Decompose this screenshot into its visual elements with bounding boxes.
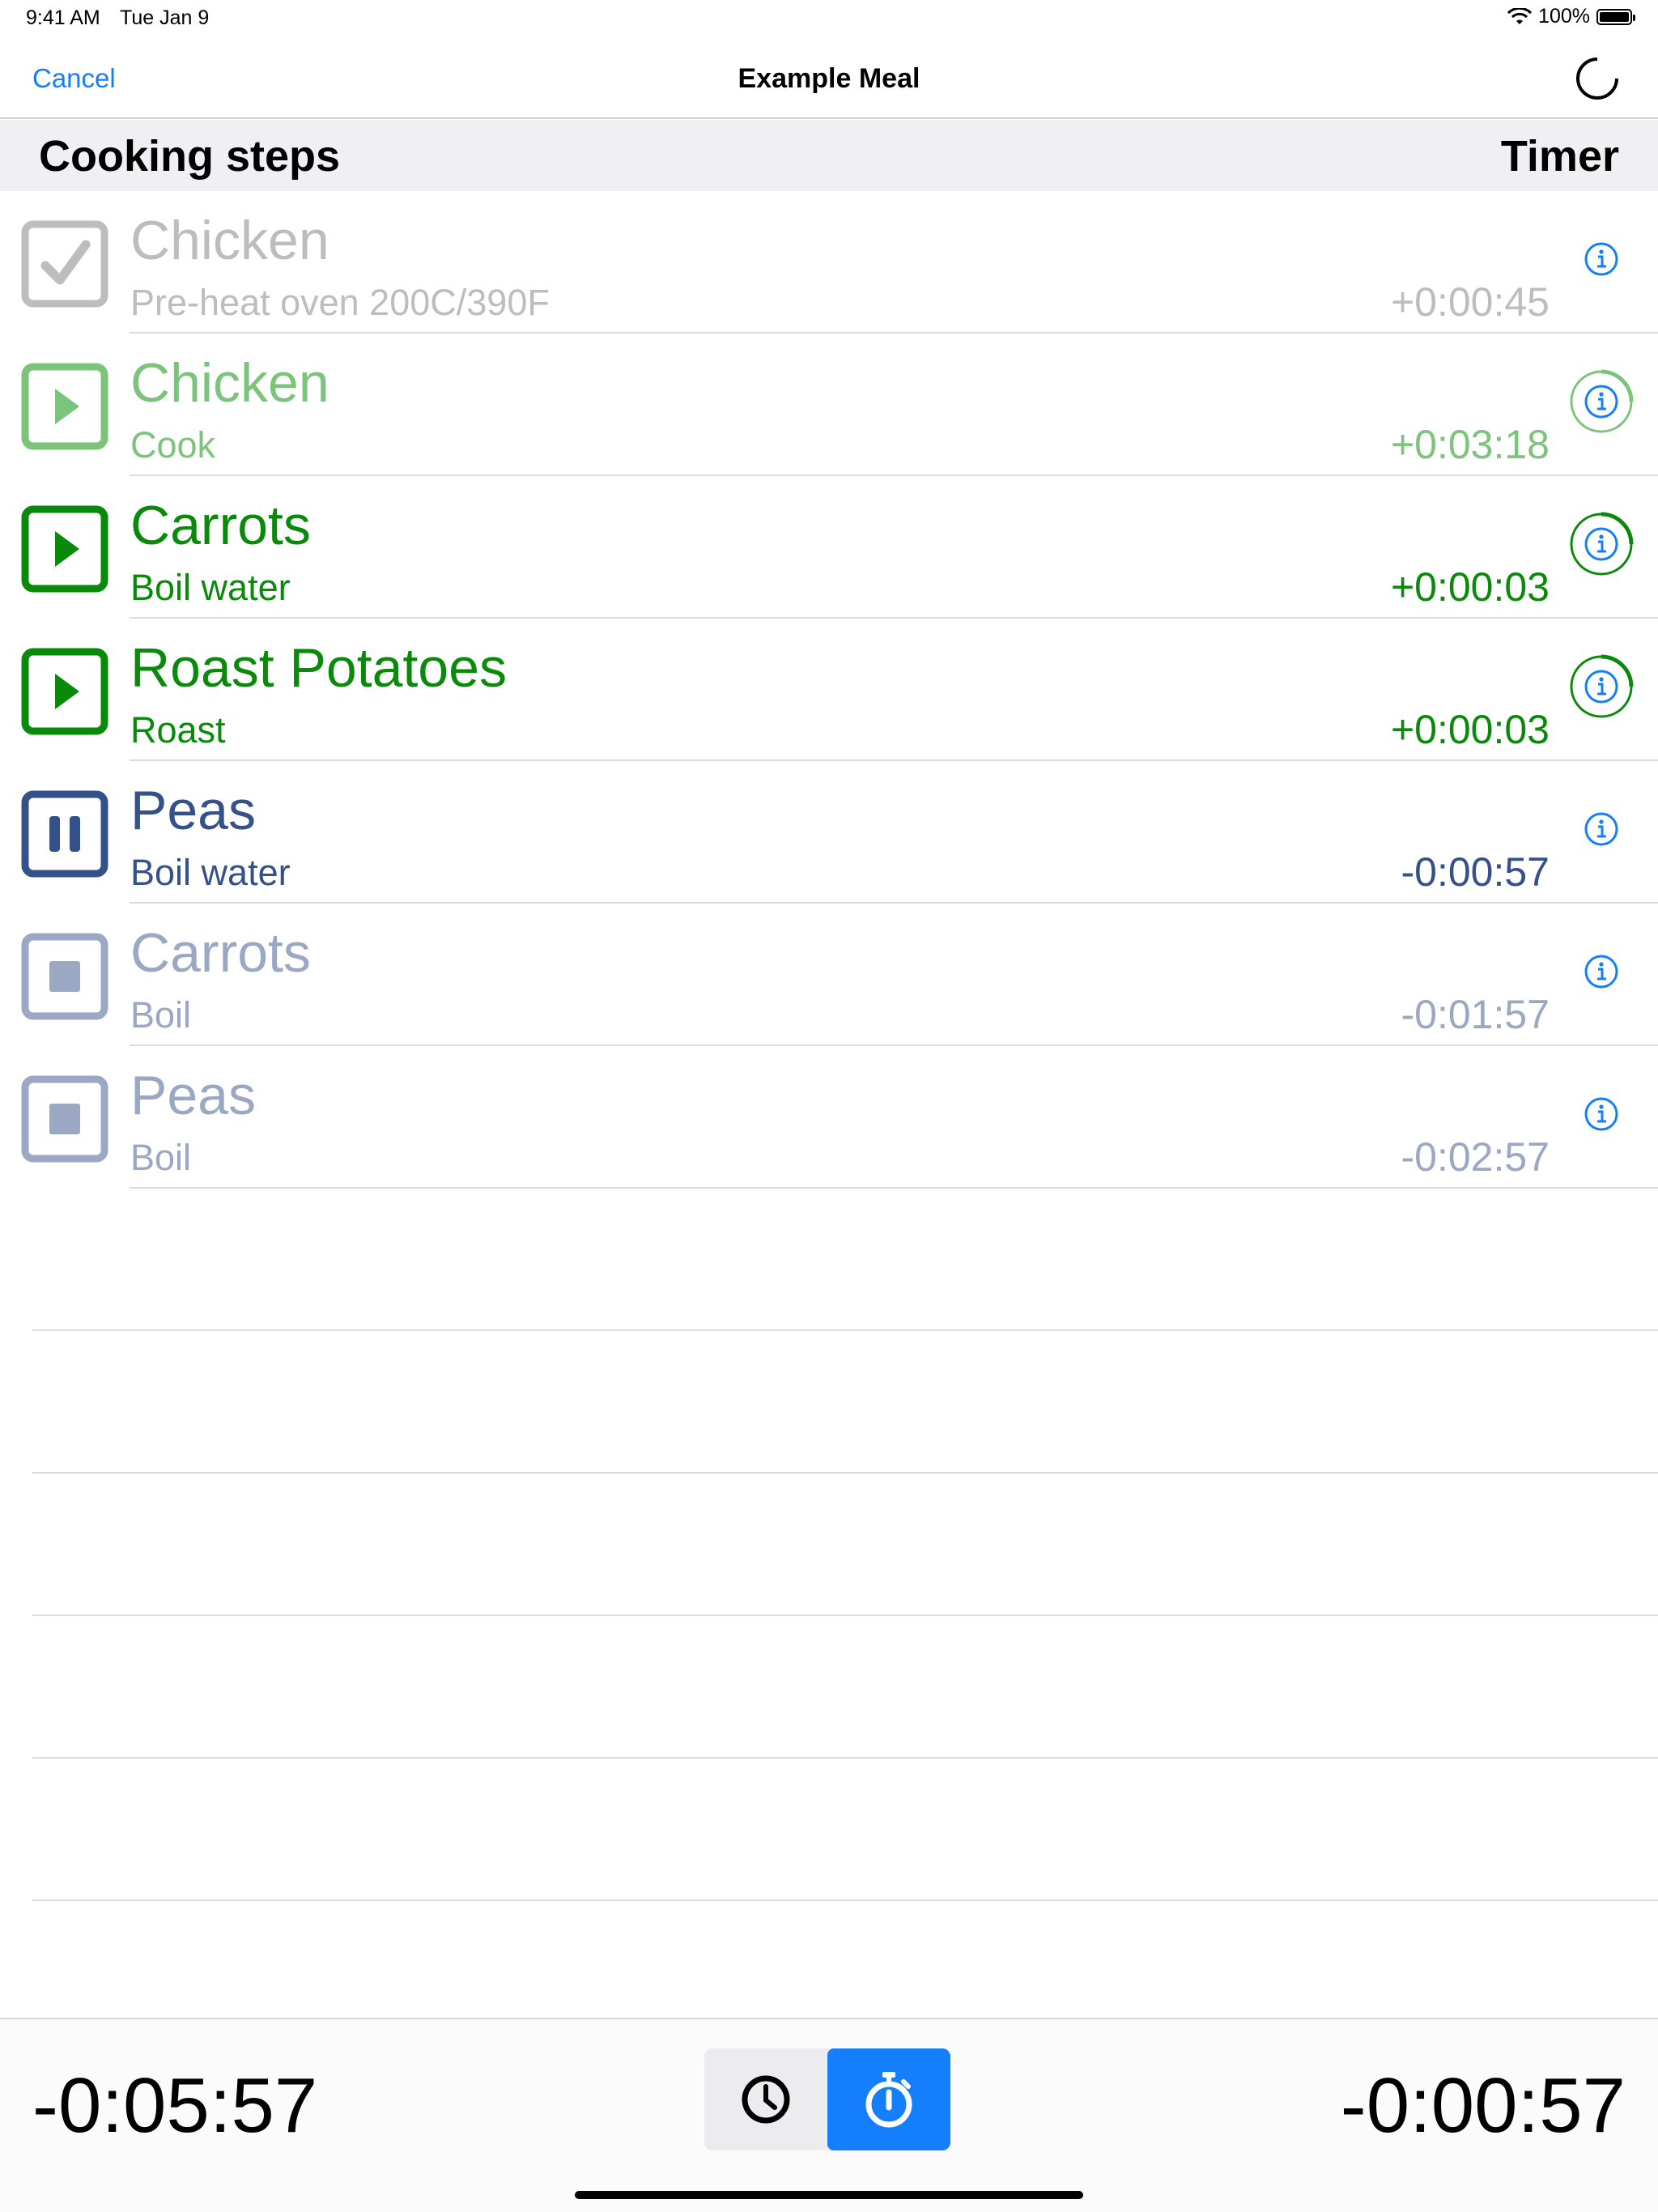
play-icon[interactable] — [21, 363, 108, 450]
cancel-button[interactable]: Cancel — [32, 63, 116, 94]
status-right: 100% — [1507, 5, 1635, 28]
step-name: Carrots — [130, 922, 311, 984]
status-date: Tue Jan 9 — [120, 6, 210, 29]
nav-title: Example Meal — [738, 63, 920, 94]
step-name: Peas — [130, 780, 256, 841]
navigation-bar: Example Meal Cancel — [0, 39, 1658, 119]
status-bar: 9:41 AM Tue Jan 9 100% — [0, 0, 1658, 39]
info-icon[interactable] — [1566, 793, 1637, 865]
battery-icon — [1596, 8, 1635, 25]
step-row[interactable]: Carrots Boil -0:01:57 — [0, 904, 1658, 1046]
step-description: Roast — [130, 709, 226, 751]
total-time-remaining: -0:05:57 — [32, 2062, 318, 2149]
step-row[interactable]: Peas Boil -0:02:57 — [0, 1046, 1658, 1189]
info-icon[interactable] — [1566, 1078, 1637, 1150]
step-description: Cook — [130, 424, 216, 466]
step-row[interactable]: Roast Potatoes Roast +0:00:03 — [0, 619, 1658, 761]
step-timer: +0:03:18 — [1390, 422, 1550, 467]
step-timer: +0:00:03 — [1390, 564, 1550, 610]
step-name: Roast Potatoes — [130, 637, 507, 699]
empty-row-separator — [32, 1472, 1658, 1474]
step-row[interactable]: Chicken Pre-heat oven 200C/390F +0:00:45 — [0, 191, 1658, 334]
empty-row-separator — [32, 1757, 1658, 1759]
step-description: Boil — [130, 994, 192, 1036]
timer-mode-segmented-control[interactable] — [704, 2048, 950, 2150]
clock-segment[interactable] — [704, 2048, 827, 2150]
wifi-icon — [1507, 7, 1533, 24]
stop-icon[interactable] — [21, 933, 108, 1020]
step-row[interactable]: Peas Boil water -0:00:57 — [0, 761, 1658, 904]
step-timer: -0:00:57 — [1401, 849, 1550, 895]
step-timer: +0:00:03 — [1390, 707, 1550, 752]
pause-icon[interactable] — [21, 790, 108, 878]
stopwatch-icon — [865, 2072, 912, 2128]
cooking-steps-header: Cooking steps — [39, 132, 341, 181]
checkbox-checked-icon[interactable] — [21, 220, 108, 308]
info-icon[interactable] — [1566, 366, 1637, 437]
step-description: Boil water — [130, 567, 291, 608]
bottom-toolbar: -0:05:57 -0:00:57 — [0, 2018, 1658, 2212]
step-name: Chicken — [130, 352, 329, 414]
step-description: Boil water — [130, 852, 291, 893]
info-icon[interactable] — [1566, 508, 1637, 580]
current-step-time: -0:00:57 — [1340, 2062, 1626, 2149]
row-separator — [130, 1187, 1658, 1189]
step-timer: -0:02:57 — [1401, 1134, 1550, 1180]
section-header: Cooking steps Timer — [0, 120, 1658, 191]
play-icon[interactable] — [21, 505, 108, 593]
step-description: Boil — [130, 1137, 192, 1178]
empty-row-separator — [32, 1614, 1658, 1616]
step-description: Pre-heat oven 200C/390F — [130, 282, 550, 323]
battery-percent: 100% — [1538, 5, 1590, 28]
empty-row-separator — [32, 1899, 1658, 1901]
step-name: Carrots — [130, 495, 311, 556]
play-icon[interactable] — [21, 648, 108, 735]
info-icon[interactable] — [1566, 651, 1637, 722]
clock-icon — [742, 2075, 790, 2124]
timer-header: Timer — [1500, 132, 1619, 181]
status-time: 9:41 AM — [26, 6, 100, 29]
info-icon[interactable] — [1566, 936, 1637, 1007]
info-icon[interactable] — [1566, 223, 1637, 295]
stop-icon[interactable] — [21, 1075, 108, 1163]
step-name: Chicken — [130, 210, 329, 271]
home-indicator — [575, 2191, 1083, 2199]
step-row[interactable]: Carrots Boil water +0:00:03 — [0, 476, 1658, 619]
empty-row-separator — [32, 1329, 1658, 1331]
step-timer: -0:01:57 — [1401, 992, 1550, 1037]
step-timer: +0:00:45 — [1390, 279, 1550, 325]
step-name: Peas — [130, 1065, 256, 1126]
stopwatch-segment[interactable] — [827, 2048, 950, 2150]
loading-spinner-icon[interactable] — [1575, 57, 1619, 100]
step-row[interactable]: Chicken Cook +0:03:18 — [0, 334, 1658, 476]
